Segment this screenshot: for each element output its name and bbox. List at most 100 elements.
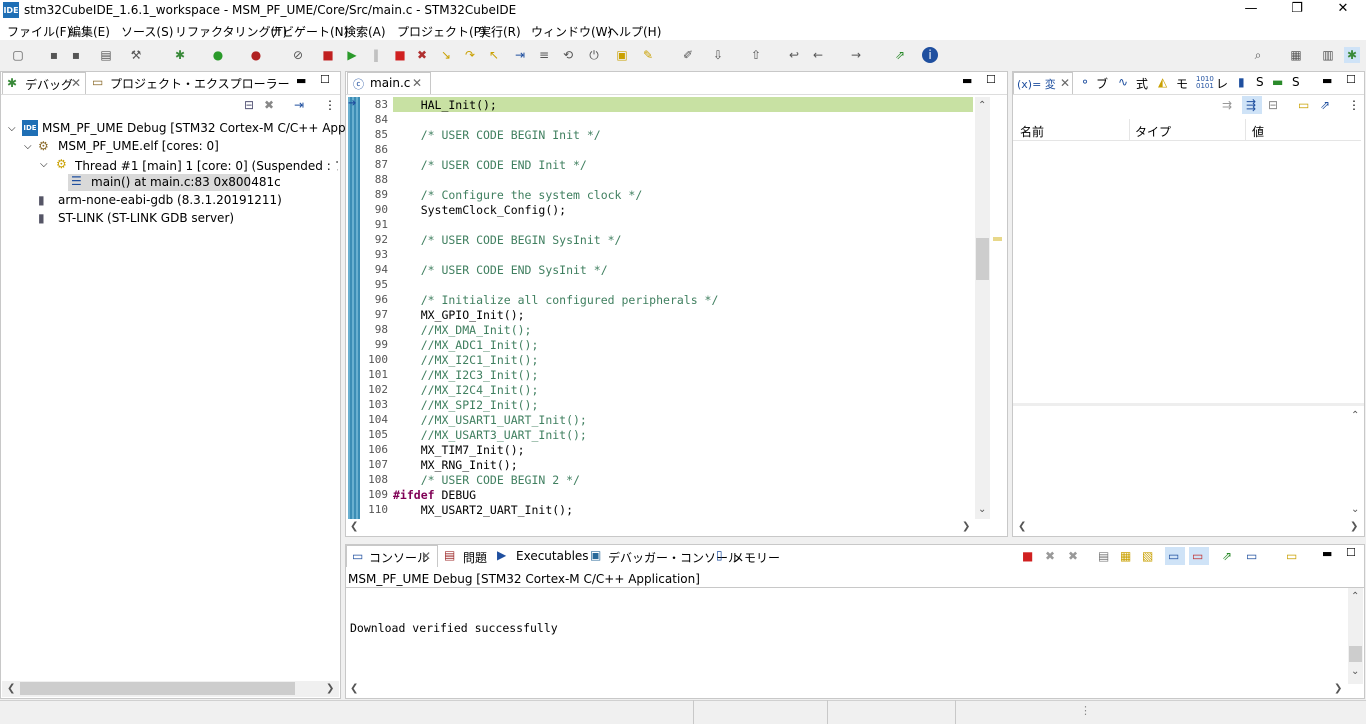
terminate-icon[interactable]: ■ xyxy=(392,47,408,63)
skip-breakpoints-icon[interactable]: ⊘ xyxy=(290,47,306,63)
scroll-left-icon[interactable]: ❮ xyxy=(350,683,358,694)
debug-icon[interactable]: ✱ xyxy=(172,47,188,63)
minimize-view-icon[interactable]: ▬ xyxy=(296,74,306,87)
detail-pane-sash[interactable] xyxy=(1013,403,1364,406)
menu-edit[interactable]: 編集(E) xyxy=(69,23,110,40)
code-line[interactable]: HAL_Init(); xyxy=(393,98,497,112)
tree-stlink[interactable]: ST-LINK (ST-LINK GDB server) xyxy=(58,211,234,225)
code-line[interactable]: //MX_I2C4_Init(); xyxy=(393,383,539,397)
line-number[interactable]: 102 xyxy=(366,383,388,396)
registers-icon[interactable]: 1010 0101 xyxy=(1196,76,1214,90)
code-line[interactable]: //MX_USART1_UART_Init(); xyxy=(393,413,587,427)
minimize-view-icon[interactable]: ▬ xyxy=(1322,74,1332,87)
open-console-icon[interactable]: ▭ xyxy=(1286,549,1297,563)
scroll-left-icon[interactable]: ❮ xyxy=(7,683,15,694)
scroll-up-icon[interactable]: ⌃ xyxy=(1351,410,1359,421)
remove-launch-icon[interactable]: ✖ xyxy=(1045,549,1055,563)
code-line[interactable]: /* USER CODE END Init */ xyxy=(393,158,587,172)
code-line[interactable]: //MX_DMA_Init(); xyxy=(393,323,532,337)
menu-window[interactable]: ウィンドウ(W) xyxy=(531,23,612,40)
tab-breakpoints-label[interactable]: ブ xyxy=(1096,75,1108,92)
line-number[interactable]: 97 xyxy=(366,308,388,321)
scroll-lock-icon[interactable]: ▦ xyxy=(1120,549,1131,563)
info-icon[interactable]: i xyxy=(922,47,938,63)
external-tools-icon[interactable]: ● xyxy=(248,47,264,63)
scroll-left-icon[interactable]: ❮ xyxy=(350,521,358,532)
expressions-icon[interactable]: ∿ xyxy=(1118,75,1128,89)
line-number[interactable]: 110 xyxy=(366,503,388,516)
line-number[interactable]: 96 xyxy=(366,293,388,306)
tree-stack-frame[interactable]: main() at main.c:83 0x800481c xyxy=(91,175,281,189)
close-icon[interactable]: ✕ xyxy=(421,549,431,563)
step-mode-icon[interactable]: ⇥ xyxy=(294,98,304,112)
scroll-right-icon[interactable]: ❯ xyxy=(962,521,970,532)
export-icon[interactable]: ⇗ xyxy=(1320,98,1330,112)
tab-main-c[interactable]: ⓒ main.c ✕ xyxy=(347,72,431,94)
show-on-error-icon[interactable]: ▭ xyxy=(1192,549,1203,563)
line-number[interactable]: 90 xyxy=(366,203,388,216)
open-type-icon[interactable]: ▣ xyxy=(614,47,630,63)
live-expr-icon[interactable]: ▮ xyxy=(1238,75,1245,89)
maximize-view-icon[interactable]: ☐ xyxy=(1346,73,1356,86)
view-menu-icon[interactable]: ⋮ xyxy=(1348,98,1360,112)
menu-help[interactable]: ヘルプ(H) xyxy=(607,23,661,40)
tab-variables[interactable]: (x)= 変 ✕ xyxy=(1013,72,1073,94)
maximize-view-icon[interactable]: ☐ xyxy=(986,73,996,86)
problems-icon[interactable]: ▤ xyxy=(444,548,455,562)
tab-console[interactable]: ▭ コンソール ✕ xyxy=(346,545,438,567)
new-icon[interactable]: ▢ xyxy=(10,47,26,63)
annotation-icon[interactable]: ✐ xyxy=(680,47,696,63)
scroll-up-icon[interactable]: ⌃ xyxy=(978,100,986,111)
save-icon[interactable]: ▪ xyxy=(46,47,62,63)
run-icon[interactable]: ● xyxy=(210,47,226,63)
scroll-down-icon[interactable]: ⌄ xyxy=(1351,504,1359,515)
modules-icon[interactable]: ◭ xyxy=(1158,75,1167,89)
clear-console-icon[interactable]: ▤ xyxy=(1098,549,1109,563)
code-line[interactable]: #ifdef DEBUG xyxy=(393,488,476,502)
menu-file[interactable]: ファイル(F) xyxy=(7,23,71,40)
sfr-icon[interactable]: ▬ xyxy=(1272,75,1283,89)
reset-icon[interactable]: ⏻ xyxy=(586,47,602,63)
line-number[interactable]: 95 xyxy=(366,278,388,291)
tab-registers-label[interactable]: レ xyxy=(1216,75,1228,92)
scroll-right-icon[interactable]: ❯ xyxy=(1350,521,1358,532)
line-number[interactable]: 83 xyxy=(366,98,388,111)
show-on-output-icon[interactable]: ▭ xyxy=(1168,549,1179,563)
minimize-view-icon[interactable]: ▬ xyxy=(962,74,972,87)
code-line[interactable]: //MX_I2C1_Init(); xyxy=(393,353,539,367)
tab-debug[interactable]: ✱ デバッグ ✕ xyxy=(2,72,86,94)
step-over-icon[interactable]: ↷ xyxy=(462,47,478,63)
tab-project-explorer[interactable]: ▭ プロジェクト・エクスプローラー xyxy=(90,72,290,94)
line-number[interactable]: 104 xyxy=(366,413,388,426)
scroll-down-icon[interactable]: ⌄ xyxy=(1351,666,1359,677)
line-number[interactable]: 101 xyxy=(366,368,388,381)
menu-project[interactable]: プロジェクト(P) xyxy=(397,23,486,40)
show-logical-icon[interactable]: ⇶ xyxy=(1246,98,1256,112)
scroll-left-icon[interactable]: ❮ xyxy=(1018,521,1026,532)
code-line[interactable]: //MX_USART3_UART_Init(); xyxy=(393,428,587,442)
executables-icon[interactable]: ▶ xyxy=(497,548,506,562)
resume-icon[interactable]: ▶ xyxy=(344,47,360,63)
scroll-down-icon[interactable]: ⌄ xyxy=(978,504,986,515)
next-annotation-icon[interactable]: ⇩ xyxy=(710,47,726,63)
code-line[interactable]: MX_USART2_UART_Init(); xyxy=(393,503,573,517)
tab-sfr-label[interactable]: S xyxy=(1292,75,1300,89)
new-global-icon[interactable]: ▭ xyxy=(1298,98,1309,112)
close-icon[interactable]: ✕ xyxy=(1060,76,1070,90)
save-all-icon[interactable]: ▪ xyxy=(68,47,84,63)
tab-expressions-label[interactable]: 式 xyxy=(1136,75,1148,92)
open-perspective-icon[interactable]: ⇗ xyxy=(892,47,908,63)
scroll-right-icon[interactable]: ❯ xyxy=(326,683,334,694)
display-console-icon[interactable]: ▭ xyxy=(1246,549,1257,563)
debugger-console-icon[interactable]: ▣ xyxy=(590,548,601,562)
pin-console-icon[interactable]: ⇗ xyxy=(1222,549,1232,563)
build-icon[interactable]: ⚒ xyxy=(128,47,144,63)
line-number[interactable]: 108 xyxy=(366,473,388,486)
back-icon[interactable]: ← xyxy=(810,47,826,63)
minimize-button[interactable]: — xyxy=(1228,0,1274,20)
restart-icon[interactable]: ⟲ xyxy=(560,47,576,63)
terminate-icon[interactable]: ■ xyxy=(1022,549,1033,563)
scrollbar-thumb[interactable] xyxy=(20,682,295,695)
column-divider[interactable] xyxy=(1245,119,1246,141)
close-icon[interactable]: ✕ xyxy=(71,76,81,90)
